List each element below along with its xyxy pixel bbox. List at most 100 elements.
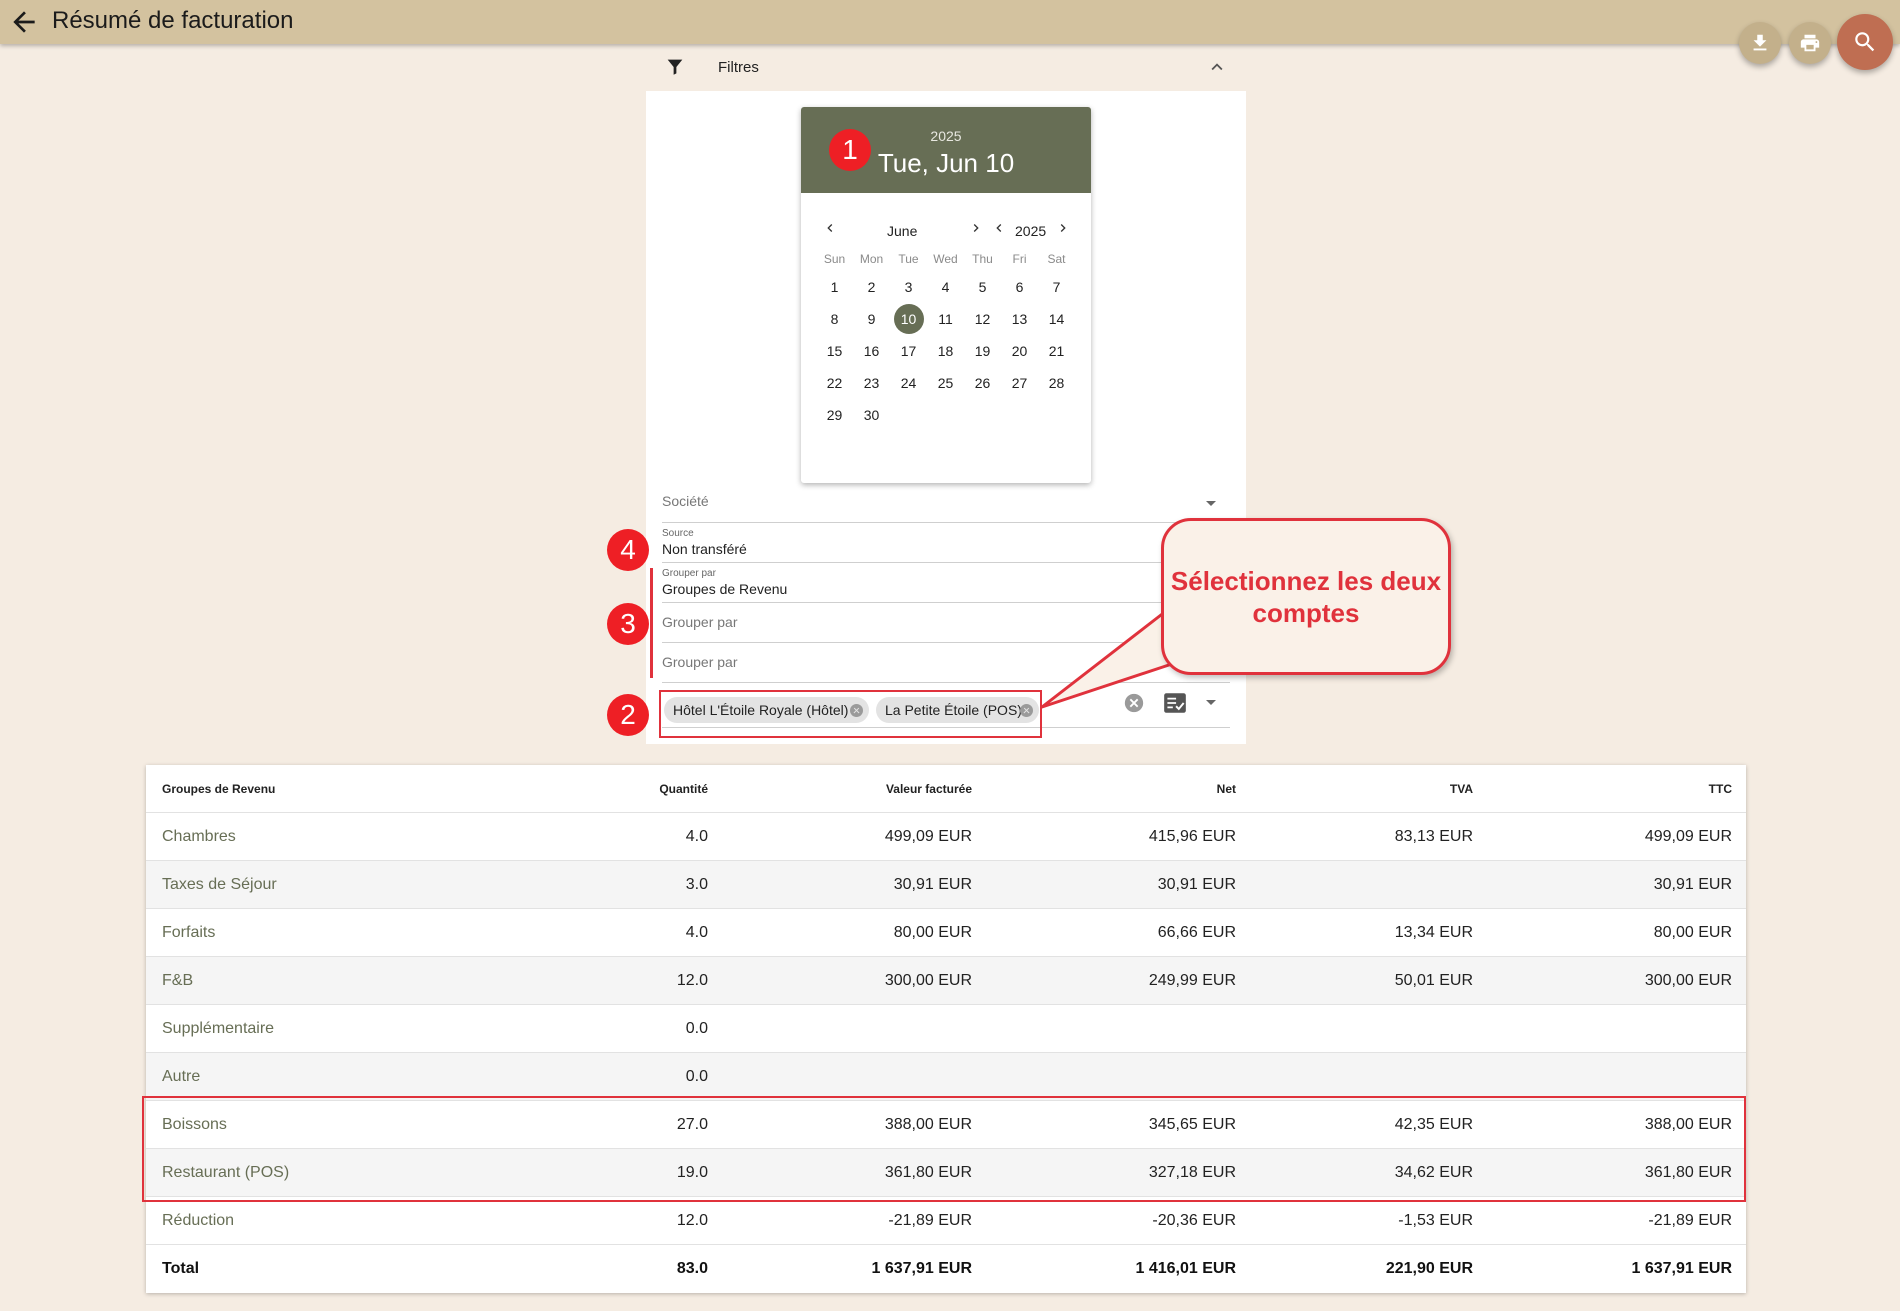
total-value-cell: 1 637,91 EUR [871, 1260, 972, 1277]
row-value-cell: 0.0 [685, 1068, 708, 1085]
row-name-cell: Chambres [162, 828, 236, 845]
row-name-cell: Réduction [162, 1212, 235, 1229]
calendar-day[interactable]: 11 [927, 303, 964, 335]
table-row[interactable]: Supplémentaire 0.0 [146, 1005, 1746, 1053]
row-value-cell: 83,13 EUR [1394, 828, 1473, 845]
chevron-up-icon[interactable] [1206, 56, 1228, 78]
calendar-day[interactable]: 27 [1001, 367, 1038, 399]
calendar-day[interactable]: 16 [853, 335, 890, 367]
calendar-day[interactable]: 14 [1038, 303, 1075, 335]
download-button[interactable] [1739, 22, 1781, 64]
row-value-cell: 30,91 EUR [1653, 876, 1732, 893]
filters-toggle[interactable]: Filtres [646, 50, 1246, 84]
revenue-table: Groupes de Revenu Quantité Valeur factur… [146, 765, 1746, 1293]
header-cell[interactable]: Net [1217, 765, 1236, 813]
calendar-day[interactable]: 30 [853, 399, 890, 431]
calendar-day[interactable]: 20 [1001, 335, 1038, 367]
row-value-cell: 66,66 EUR [1157, 924, 1236, 941]
weekday-label: Sun [823, 252, 846, 266]
annotation-badge-1: 1 [829, 129, 871, 171]
app-bar: Résumé de facturation [0, 0, 1900, 44]
calendar-day[interactable]: 9 [853, 303, 890, 335]
search-button[interactable] [1837, 14, 1893, 70]
table-row[interactable]: Forfaits 4.0 80,00 EUR 66,66 EUR 13,34 EUR 80… [146, 909, 1746, 957]
group-by-1-label: Grouper par [662, 568, 716, 579]
page-title: Résumé de facturation [52, 7, 294, 34]
prev-month-icon[interactable] [822, 220, 838, 236]
print-button[interactable] [1789, 22, 1831, 64]
total-value-cell: 1 637,91 EUR [1631, 1260, 1732, 1277]
annotation-badge-2: 2 [607, 694, 649, 736]
prev-year-icon[interactable] [991, 220, 1007, 236]
next-year-icon[interactable] [1055, 220, 1071, 236]
header-cell[interactable]: Quantité [659, 765, 708, 813]
table-header-row: Groupes de Revenu Quantité Valeur factur… [146, 765, 1746, 813]
calendar-day[interactable]: 7 [1038, 271, 1075, 303]
row-value-cell: 499,09 EUR [1644, 828, 1732, 845]
group-by-1-value: Groupes de Revenu [662, 581, 788, 597]
header-cell[interactable]: TVA [1450, 765, 1473, 813]
calendar-day[interactable]: 28 [1038, 367, 1075, 399]
header-cell[interactable]: Valeur facturée [886, 765, 972, 813]
row-name-cell: Taxes de Séjour [162, 876, 277, 893]
row-value-cell: 4.0 [685, 828, 708, 845]
row-value-cell: 30,91 EUR [893, 876, 972, 893]
header-cell[interactable]: TTC [1709, 765, 1732, 813]
row-value-cell: 499,09 EUR [884, 828, 972, 845]
table-row[interactable]: Autre 0.0 [146, 1053, 1746, 1101]
table-row[interactable]: Taxes de Séjour 3.0 30,91 EUR 30,91 EUR 30,9… [146, 861, 1746, 909]
group-by-1-select[interactable]: Grouper par Groupes de Revenu [662, 564, 1230, 603]
calendar-day[interactable]: 24 [890, 367, 927, 399]
calendar-day[interactable]: 6 [1001, 271, 1038, 303]
calendar-day[interactable]: 12 [964, 303, 1001, 335]
group-by-2-placeholder: Grouper par [662, 614, 738, 630]
calendar-day[interactable]: 5 [964, 271, 1001, 303]
calendar-day[interactable]: 15 [816, 335, 853, 367]
calendar-day[interactable]: 3 [890, 271, 927, 303]
row-value-cell: 300,00 EUR [1644, 972, 1732, 989]
calendar-day[interactable]: 8 [816, 303, 853, 335]
download-icon [1753, 34, 1767, 51]
filter-icon [667, 59, 683, 75]
row-value-cell: 415,96 EUR [1148, 828, 1236, 845]
calendar-day[interactable]: 18 [927, 335, 964, 367]
calendar-day[interactable]: 13 [1001, 303, 1038, 335]
table-row[interactable]: Réduction 12.0 -21,89 EUR -20,36 EUR -1,53 E… [146, 1197, 1746, 1245]
next-month-icon[interactable] [968, 220, 984, 236]
row-value-cell: 3.0 [685, 876, 708, 893]
header-cell[interactable]: Groupes de Revenu [162, 765, 275, 813]
calendar-day[interactable]: 10 [890, 303, 927, 335]
calendar-day[interactable]: 1 [816, 271, 853, 303]
row-name-cell: Forfaits [162, 924, 216, 941]
total-label: Total [162, 1260, 200, 1277]
table-row[interactable]: Chambres 4.0 499,09 EUR 415,96 EUR 83,13 EUR… [146, 813, 1746, 861]
calendar-day[interactable]: 17 [890, 335, 927, 367]
row-value-cell: -21,89 EUR [1648, 1212, 1732, 1229]
weekday-label: Sat [1047, 252, 1066, 266]
calendar-day[interactable]: 25 [927, 367, 964, 399]
source-value: Non transféré [662, 541, 747, 557]
picker-month[interactable]: June [887, 223, 917, 239]
calendar-day[interactable]: 22 [816, 367, 853, 399]
callout-bubble: Sélectionnez les deux comptes [1161, 518, 1451, 675]
table-row[interactable]: F&B 12.0 300,00 EUR 249,99 EUR 50,01 EUR 300,… [146, 957, 1746, 1005]
back-arrow-icon[interactable] [8, 6, 40, 38]
source-select[interactable]: Source Non transféré [662, 524, 1230, 563]
calendar-day[interactable]: 26 [964, 367, 1001, 399]
weekday-label: Wed [933, 252, 958, 266]
calendar-day[interactable]: 2 [853, 271, 890, 303]
row-value-cell: 12.0 [676, 1212, 708, 1229]
row-value-cell: 300,00 EUR [884, 972, 972, 989]
calendar-day[interactable]: 19 [964, 335, 1001, 367]
row-value-cell: -21,89 EUR [888, 1212, 972, 1229]
societe-select[interactable]: Société [662, 485, 1230, 523]
weekday-label: Mon [859, 252, 884, 266]
picker-nav-year[interactable]: 2025 [1015, 223, 1046, 239]
row-value-cell: 30,91 EUR [1157, 876, 1236, 893]
societe-dropdown-icon[interactable] [1206, 501, 1216, 506]
calendar-day[interactable]: 29 [816, 399, 853, 431]
calendar-day[interactable]: 21 [1038, 335, 1075, 367]
calendar-day[interactable]: 23 [853, 367, 890, 399]
calendar-day[interactable]: 4 [927, 271, 964, 303]
accounts-highlight-box [659, 690, 1042, 738]
